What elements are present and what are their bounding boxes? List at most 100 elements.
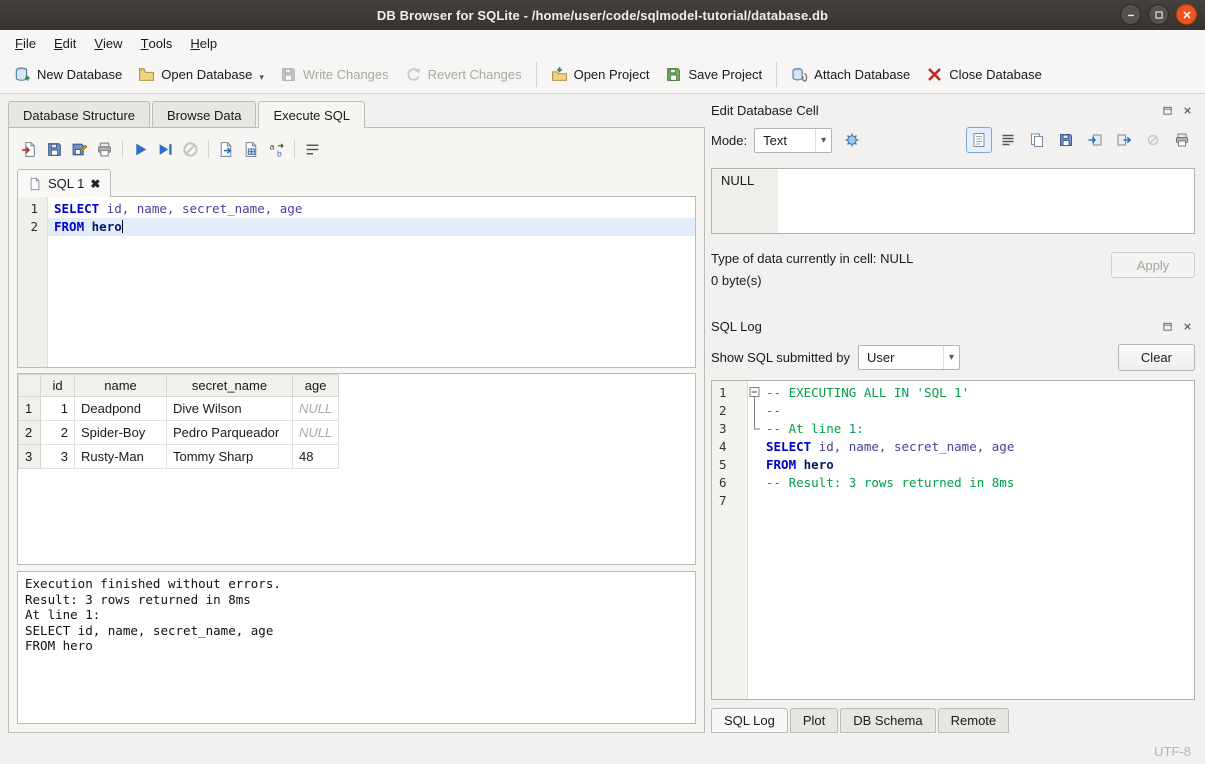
- menu-view[interactable]: View: [85, 30, 131, 56]
- table-cell[interactable]: Spider-Boy: [75, 421, 167, 445]
- apply-button[interactable]: Apply: [1111, 252, 1195, 278]
- minimize-button[interactable]: [1120, 4, 1141, 25]
- stop-button[interactable]: [178, 137, 203, 162]
- sql-editor[interactable]: 12 SELECT id, name, secret_name, ageFROM…: [17, 196, 696, 368]
- execute-all-button[interactable]: [128, 137, 153, 162]
- open-project-icon: [551, 66, 568, 83]
- indent-icon: [1000, 132, 1016, 148]
- edit-cell-settings-button[interactable]: [839, 127, 865, 153]
- column-header-age[interactable]: age: [293, 375, 339, 397]
- save-cell-button[interactable]: [1053, 127, 1079, 153]
- main-toolbar: New DatabaseOpen Database▾Write ChangesR…: [0, 56, 1205, 94]
- import-cell-button[interactable]: [1082, 127, 1108, 153]
- float-log-panel-icon[interactable]: [1160, 319, 1175, 334]
- close-button[interactable]: [1176, 4, 1197, 25]
- save-project-button[interactable]: Save Project: [657, 61, 770, 88]
- line-number: 1: [18, 200, 38, 218]
- menu-edit[interactable]: Edit: [45, 30, 85, 56]
- export-sql-button[interactable]: [214, 137, 239, 162]
- table-cell[interactable]: 1: [41, 397, 75, 421]
- editor-line[interactable]: SELECT id, name, secret_name, age: [48, 200, 695, 218]
- open-project-button[interactable]: Open Project: [543, 61, 658, 88]
- menu-file[interactable]: File: [6, 30, 45, 56]
- float-panel-icon[interactable]: [1160, 103, 1175, 118]
- menu-tools[interactable]: Tools: [132, 30, 182, 56]
- table-cell[interactable]: 3: [41, 445, 75, 469]
- svg-text:b: b: [277, 148, 282, 158]
- table-cell[interactable]: Pedro Parqueador: [167, 421, 293, 445]
- app-window: DB Browser for SQLite - /home/user/code/…: [0, 0, 1205, 764]
- log-fold-margin[interactable]: [748, 381, 764, 699]
- open-database-button[interactable]: Open Database▾: [130, 61, 272, 88]
- write-changes-button[interactable]: Write Changes: [272, 61, 397, 88]
- clear-button[interactable]: Clear: [1118, 344, 1195, 371]
- table-cell[interactable]: Dive Wilson: [167, 397, 293, 421]
- window-title: DB Browser for SQLite - /home/user/code/…: [0, 8, 1205, 23]
- tab-plot[interactable]: Plot: [790, 708, 838, 733]
- set-null-icon: [1145, 132, 1161, 148]
- sql-log-filter-row: Show SQL submitted by User ▾ Clear: [711, 338, 1195, 376]
- indent-button[interactable]: [995, 127, 1021, 153]
- edit-cell-settings-icon: [844, 132, 860, 148]
- tab-remote[interactable]: Remote: [938, 708, 1010, 733]
- close-panel-icon[interactable]: [1180, 103, 1195, 118]
- word-wrap-button[interactable]: [300, 137, 325, 162]
- revert-changes-button[interactable]: Revert Changes: [397, 61, 530, 88]
- row-number-header: [19, 375, 41, 397]
- save-sql-file-button[interactable]: [42, 137, 67, 162]
- tab-sql-log[interactable]: SQL Log: [711, 708, 788, 733]
- column-header-secret-name[interactable]: secret_name: [167, 375, 293, 397]
- tab-db-schema[interactable]: DB Schema: [840, 708, 935, 733]
- close-log-panel-icon[interactable]: [1180, 319, 1195, 334]
- new-database-button[interactable]: New Database: [6, 61, 130, 88]
- table-cell[interactable]: Rusty-Man: [75, 445, 167, 469]
- sql-tab[interactable]: SQL 1 ✖: [17, 169, 111, 197]
- tab-database-structure[interactable]: Database Structure: [8, 101, 150, 128]
- export-cell-button[interactable]: [1111, 127, 1137, 153]
- find-replace-button[interactable]: ab: [264, 137, 289, 162]
- titlebar[interactable]: DB Browser for SQLite - /home/user/code/…: [0, 0, 1205, 30]
- save-results-icon: [243, 141, 260, 158]
- text-document-button[interactable]: [966, 127, 992, 153]
- copy-button[interactable]: [1024, 127, 1050, 153]
- tab-execute-sql[interactable]: Execute SQL: [258, 101, 365, 128]
- maximize-button[interactable]: [1148, 4, 1169, 25]
- table-cell[interactable]: Tommy Sharp: [167, 445, 293, 469]
- attach-database-icon: [791, 66, 808, 83]
- close-database-button[interactable]: Close Database: [918, 61, 1050, 88]
- table-cell[interactable]: NULL: [293, 421, 339, 445]
- save-results-button[interactable]: [239, 137, 264, 162]
- editor-line[interactable]: FROM hero: [48, 218, 695, 236]
- execute-current-line-button[interactable]: [153, 137, 178, 162]
- line-number: 7: [719, 492, 747, 510]
- set-null-button[interactable]: [1140, 127, 1166, 153]
- tab-browse-data[interactable]: Browse Data: [152, 101, 256, 128]
- menu-help[interactable]: Help: [181, 30, 226, 56]
- cell-value-editor[interactable]: NULL: [711, 168, 1195, 234]
- save-cell-icon: [1058, 132, 1074, 148]
- row-number: 3: [19, 445, 41, 469]
- toolbar-separator: [776, 62, 777, 87]
- column-header-name[interactable]: name: [75, 375, 167, 397]
- open-sql-file-button[interactable]: [17, 137, 42, 162]
- maximize-icon: [1152, 8, 1166, 22]
- attach-database-button[interactable]: Attach Database: [783, 61, 918, 88]
- line-number: 2: [719, 402, 747, 420]
- fold-end-icon: [748, 420, 764, 438]
- table-cell[interactable]: Deadpond: [75, 397, 167, 421]
- table-cell[interactable]: 48: [293, 445, 339, 469]
- table-cell[interactable]: 2: [41, 421, 75, 445]
- column-header-id[interactable]: id: [41, 375, 75, 397]
- edit-cell-mode-row: Mode: Text ▾: [711, 122, 1195, 158]
- table-cell[interactable]: NULL: [293, 397, 339, 421]
- log-line: -- At line 1:: [764, 420, 1194, 438]
- print-cell-button[interactable]: [1169, 127, 1195, 153]
- close-tab-icon[interactable]: ✖: [90, 177, 100, 191]
- print-button[interactable]: [92, 137, 117, 162]
- mode-select[interactable]: Text ▾: [754, 128, 832, 153]
- log-filter-select[interactable]: User ▾: [858, 345, 960, 370]
- log-line: SELECT id, name, secret_name, age: [764, 438, 1194, 456]
- fold-empty: [748, 492, 764, 510]
- editor-code-area[interactable]: SELECT id, name, secret_name, ageFROM he…: [48, 197, 695, 367]
- save-sql-as-button[interactable]: [67, 137, 92, 162]
